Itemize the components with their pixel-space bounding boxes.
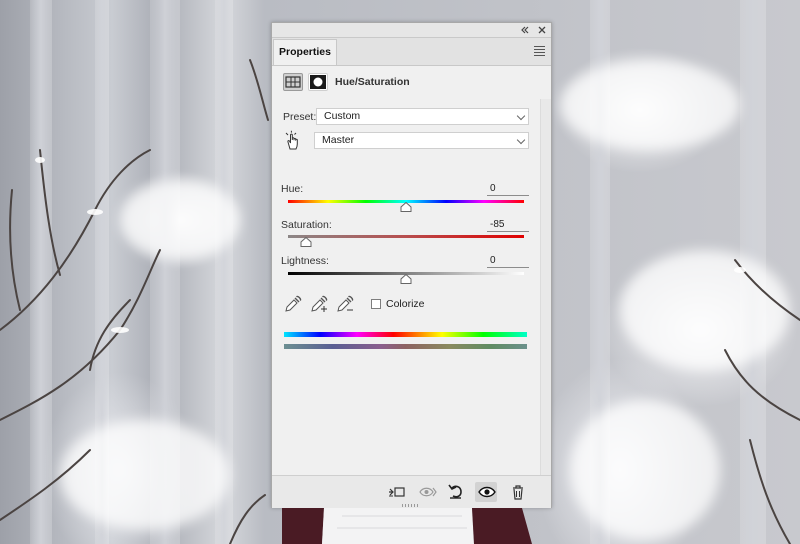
layer-mask-icon[interactable] [308,73,328,91]
eyedropper-minus-icon[interactable] [336,295,354,313]
panel-titlebar[interactable] [272,23,551,38]
colorize-checkbox[interactable] [371,299,381,309]
hamburger-menu-icon[interactable] [534,44,545,58]
trash-icon[interactable] [506,482,528,502]
saturation-value-field[interactable]: -85 [487,218,529,232]
panel-tab-row: Properties [272,38,551,66]
lightness-label: Lightness: [281,255,329,267]
preset-label: Preset: [283,111,317,123]
eyedropper-plus-icon[interactable] [310,295,328,313]
reset-icon[interactable] [444,482,466,502]
preset-value: Custom [324,110,361,122]
hue-label: Hue: [281,183,304,195]
adjustment-layer-icon[interactable] [283,73,303,91]
view-previous-state-icon[interactable] [416,482,438,502]
colorize-label[interactable]: Colorize [386,298,425,310]
preset-select[interactable]: Custom [316,108,529,125]
eye-icon[interactable] [475,482,497,502]
eyedropper-icon[interactable] [284,295,302,313]
channel-value: Master [322,134,355,146]
hue-value-field[interactable]: 0 [487,182,529,196]
saturation-label: Saturation: [281,219,332,231]
adjustment-header: Hue/Saturation [272,66,551,98]
clip-to-layer-icon[interactable] [385,482,407,502]
close-icon[interactable] [535,23,549,37]
figure-dress [282,508,532,544]
panel-footer [272,475,551,508]
saturation-slider-track[interactable] [288,235,524,238]
chevron-down-icon [516,111,526,121]
adjustment-title: Hue/Saturation [335,76,410,88]
properties-panel: Properties Hue/Saturation Preset: Custom [271,22,552,508]
chevron-down-icon [516,135,526,145]
panel-scrollbar[interactable] [540,99,551,475]
input-color-range-bar [284,332,527,337]
output-color-range-bar [284,344,527,349]
tab-properties[interactable]: Properties [273,39,337,65]
channel-select[interactable]: Master [314,132,529,149]
lightness-value-field[interactable]: 0 [487,254,529,268]
panel-resize-grip[interactable] [402,504,420,507]
adjustment-controls: Preset: Custom Master Hue: 0 Saturation:… [272,99,540,475]
double-chevron-left-icon[interactable] [518,23,532,37]
hand-scrubby-icon[interactable] [283,130,303,150]
